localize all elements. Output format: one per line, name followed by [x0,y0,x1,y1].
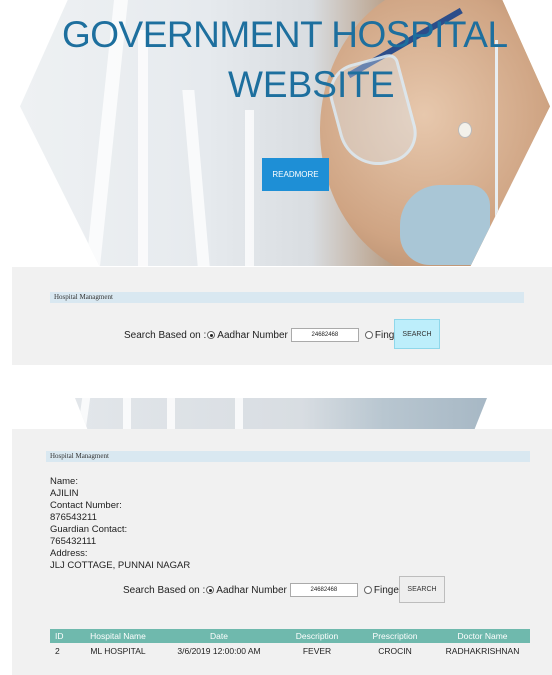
name-label: Name: [50,476,78,487]
column-header: Description [279,629,355,643]
aadhar-radio[interactable] [207,331,216,339]
mask-tie [495,40,498,240]
table-cell: ML HOSPITAL [90,646,146,656]
background-stand [245,110,254,266]
background-stand [138,30,148,266]
background-stand [182,90,210,266]
search-panel: Hospital Managment Search Based on : Aad… [12,267,552,365]
aadhar-radio[interactable] [206,586,215,594]
contact-value: 876543211 [50,512,97,523]
background-stand [167,398,175,429]
background-stand [77,398,91,429]
background-stand [123,398,131,429]
guardian-value: 765432111 [50,536,97,547]
hero-title-line2: WEBSITE [228,64,395,105]
aadhar-input[interactable]: 24682468 [289,583,358,597]
table-row: 2 ML HOSPITAL 3/6/2019 12:00:00 AM FEVER… [50,643,530,659]
search-button[interactable]: SEARCH [399,576,445,603]
background-stand [235,398,243,429]
column-header: Hospital Name [77,629,159,643]
earring [458,122,472,138]
aadhar-radio-label: Aadhar Number [216,584,287,596]
fingerprint-radio[interactable] [363,586,372,594]
search-button[interactable]: SEARCH [394,319,440,349]
hero-banner: GOVERNMENT HOSPITAL WEBSITE READMORE [20,0,550,266]
aadhar-radio-label: Aadhar Number [217,329,288,341]
fingerprint-radio[interactable] [364,331,373,339]
table-cell: FEVER [302,646,332,656]
face-mask [400,185,490,265]
aadhar-input[interactable]: 24682468 [290,328,359,342]
table-cell: 3/6/2019 12:00:00 AM [177,646,261,656]
contact-label: Contact Number: [50,500,122,511]
panel-header: Hospital Managment [50,292,524,303]
column-header: Doctor Name [435,629,530,643]
search-row: Search Based on : Aadhar Number 24682468… [124,328,423,342]
hero-banner-partial [75,398,487,429]
column-header: Prescription [355,629,435,643]
readmore-button[interactable]: READMORE [262,158,329,191]
patient-info: Name: AJILIN Contact Number: 876543211 G… [50,476,190,572]
column-header: ID [50,629,77,643]
search-row: Search Based on : Aadhar Number 24682468… [123,583,422,597]
address-label: Address: [50,548,88,559]
table-cell: RADHAKRISHNAN [445,646,520,656]
search-label: Search Based on : [123,584,206,596]
column-header: Date [159,629,279,643]
panel-header: Hospital Managment [46,451,530,462]
address-value: JLJ COTTAGE, PUNNAI NAGAR [50,560,191,571]
guardian-label: Guardian Contact: [50,524,128,535]
table-header-row: ID Hospital Name Date Description Prescr… [50,629,530,643]
table-cell: 2 [55,646,60,656]
hero-title-line1: GOVERNMENT HOSPITAL [62,14,508,55]
records-table: ID Hospital Name Date Description Prescr… [50,629,530,659]
search-label: Search Based on : [124,329,207,341]
table-cell: CROCIN [378,646,412,656]
name-value: AJILIN [50,488,79,499]
